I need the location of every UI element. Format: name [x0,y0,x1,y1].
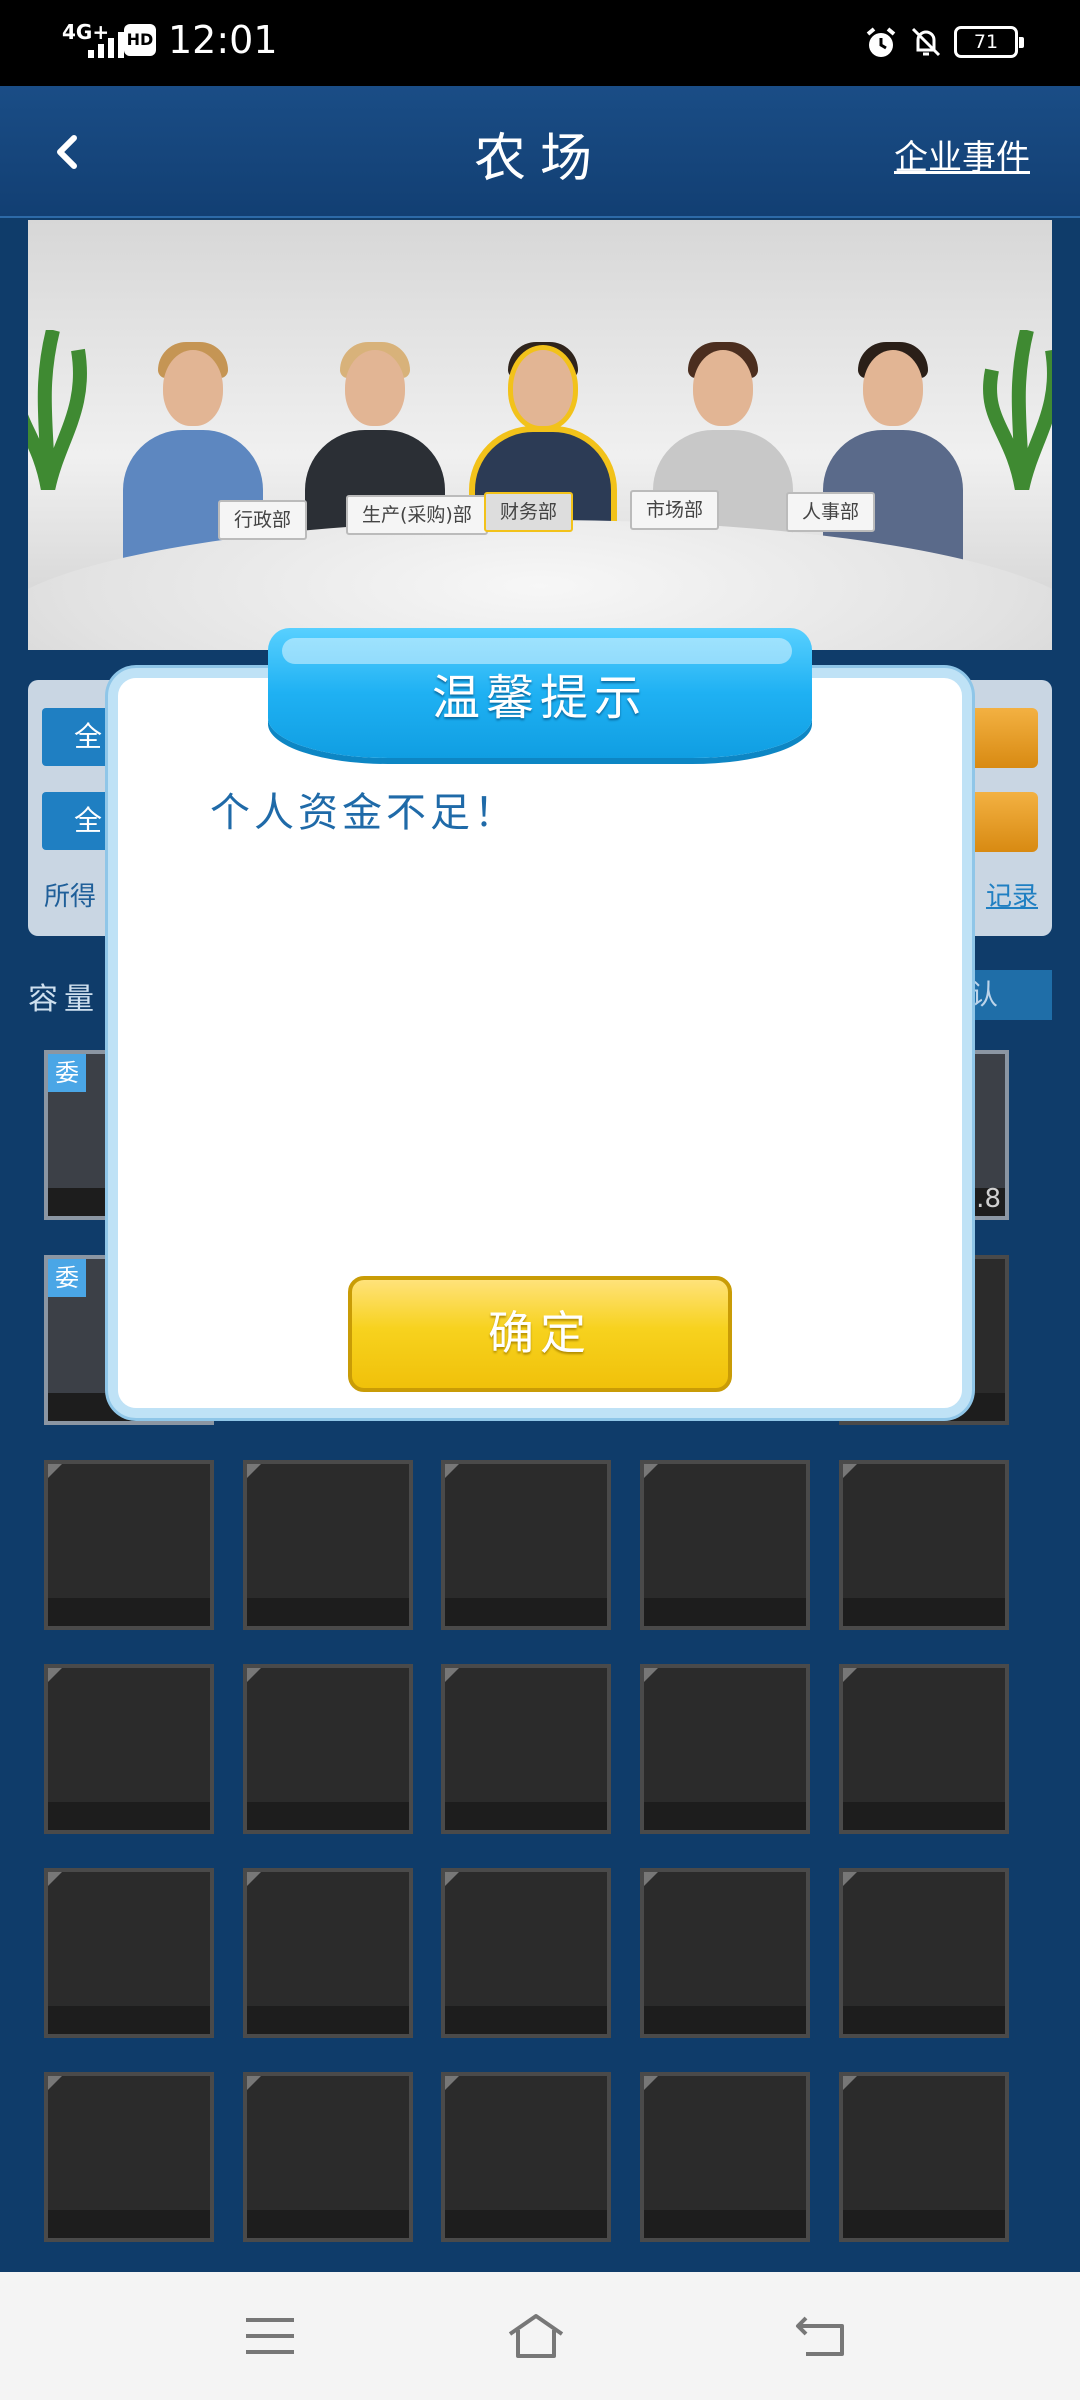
inventory-slot[interactable] [441,1868,611,2038]
inventory-slot[interactable] [441,2072,611,2242]
inventory-slot[interactable] [640,1664,810,1834]
plant-decoration [28,330,87,490]
inventory-slot[interactable] [441,1664,611,1834]
consigned-badge: 委 [48,1054,86,1092]
menu-icon[interactable] [240,2308,300,2364]
inventory-slot[interactable] [441,1460,611,1630]
consigned-badge: 委 [48,1259,86,1297]
inventory-slot[interactable] [640,1868,810,2038]
department-nameplate[interactable]: 生产(采购)部 [346,495,488,535]
earnings-label: 所得 [44,882,97,912]
inventory-slot[interactable] [44,1868,214,2038]
inventory-slot[interactable] [640,1460,810,1630]
inventory-slot[interactable] [640,2072,810,2242]
inventory-slot[interactable] [44,1460,214,1630]
battery-indicator: 71 [954,26,1024,58]
top-bar: 农场 企业事件 [0,86,1080,218]
inventory-slot[interactable] [44,2072,214,2242]
capacity-label: 容量 [28,982,100,1017]
plant-decoration [983,330,1052,490]
inventory-slot[interactable] [243,1868,413,2038]
inventory-slot[interactable] [839,2072,1009,2242]
inventory-slot[interactable] [44,1664,214,1834]
clock: 12:01 [168,18,278,62]
home-icon[interactable] [506,2308,566,2364]
signal-icon [88,28,124,58]
dialog-title: 温馨提示 [431,670,648,726]
records-link[interactable]: 记录 [986,876,1038,913]
confirm-button[interactable]: 确定 [348,1276,732,1392]
back-icon[interactable] [792,2308,852,2364]
inventory-slot[interactable] [839,1868,1009,2038]
inventory-slot[interactable] [243,1664,413,1834]
notifications-off-icon [911,27,941,57]
department-nameplate[interactable]: 财务部 [484,492,574,532]
inventory-slot[interactable] [839,1664,1009,1834]
enterprise-events-link[interactable]: 企业事件 [894,130,1030,179]
capacity-action[interactable]: 认 [962,970,1052,1020]
status-bar: 4G+ HD 12:01 71 [0,0,1080,86]
system-nav-bar [0,2272,1080,2400]
department-scene: 行政部 生产(采购)部 财务部 市场部 人事部 [28,220,1052,650]
dialog-header: 温馨提示 [268,628,812,758]
department-nameplate[interactable]: 市场部 [630,490,720,530]
hd-badge: HD [124,24,156,56]
inventory-slot[interactable] [839,1460,1009,1630]
inventory-slot[interactable] [243,2072,413,2242]
department-nameplate[interactable]: 人事部 [786,492,876,532]
alarm-icon [866,27,896,57]
department-nameplate[interactable]: 行政部 [218,500,308,540]
inventory-slot[interactable] [243,1460,413,1630]
dialog-message: 个人资金不足！ [210,790,518,836]
